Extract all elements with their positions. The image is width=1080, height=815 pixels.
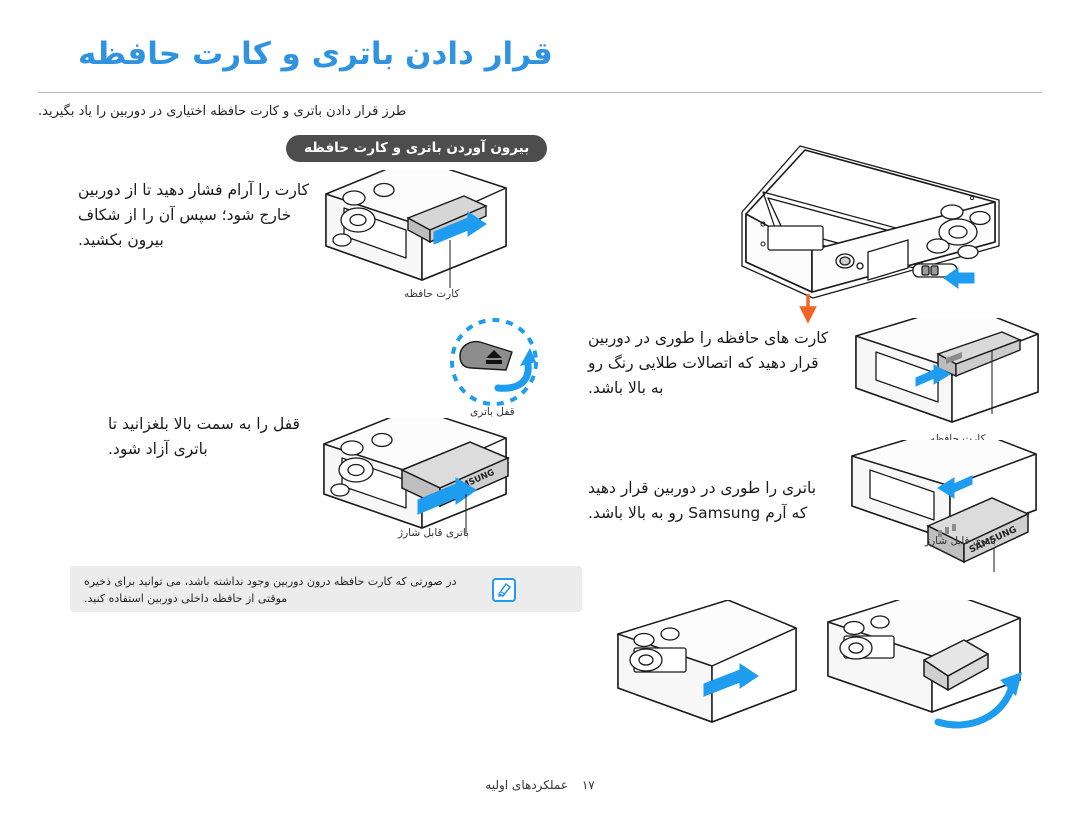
- figure-insert-battery: SAMSUNG: [842, 440, 1042, 585]
- intro-text: طرز قرار دادن باتری و کارت حافظه اختیاری…: [38, 104, 407, 119]
- step-insert-battery-text: باتری را طوری در دوربین قرار دهید که آرم…: [588, 479, 817, 522]
- blue-arrow-head-icon: [520, 348, 536, 366]
- page-title: قرار دادن باتری و کارت حافظه: [78, 36, 553, 72]
- title-divider: [38, 92, 1042, 93]
- insert-card-illustration: [855, 318, 1039, 423]
- caption-rechargeable-battery-right: باتری قابل شارژ: [925, 535, 996, 547]
- figure-camera-bottom-open: [600, 142, 1020, 327]
- figure-remove-memory-card: [318, 170, 568, 305]
- figure-insert-memory-card: [842, 318, 1042, 448]
- figure-battery-lock-detail: [436, 318, 564, 414]
- section-label-remove: بیرون آوردن باتری و کارت حافظه: [286, 135, 548, 162]
- footer-section-label: عملکردهای اولیه: [485, 778, 568, 792]
- battery-lock-detail-illustration: [450, 318, 538, 406]
- caption-rechargeable-battery-left: باتری قابل شارژ: [398, 527, 469, 539]
- figure-close-door-flip: [812, 600, 1042, 760]
- caption-memory-card-left: کارت حافظه: [404, 288, 460, 300]
- step-release-battery-text: قفل را به سمت بالا بلغزانید تا باتری آزا…: [108, 415, 300, 458]
- insert-battery-illustration: SAMSUNG: [851, 440, 1037, 572]
- figure-close-door-slide: [600, 600, 800, 760]
- manual-page: قرار دادن باتری و کارت حافظه طرز قرار دا…: [0, 0, 1080, 815]
- camera-bottom-illustration: [741, 145, 1000, 324]
- footer-page-number: ۱۷: [581, 778, 595, 792]
- step-remove-card-text: کارت را آرام فشار دهید تا از دوربین خارج…: [78, 181, 309, 249]
- page-footer: ۱۷ عملکردهای اولیه: [0, 778, 1080, 792]
- note-pen-icon: [492, 578, 516, 602]
- close-door-slide-illustration: [617, 600, 797, 723]
- remove-card-illustration: [325, 170, 507, 288]
- note-text: در صورتی که کارت حافظه درون دوربین وجود …: [84, 575, 457, 605]
- close-door-flip-illustration: [827, 600, 1022, 729]
- caption-battery-lock: قفل باتری: [470, 406, 515, 418]
- step-insert-card-text: کارت های حافظه را طوری در دوربین قرار ده…: [588, 329, 829, 397]
